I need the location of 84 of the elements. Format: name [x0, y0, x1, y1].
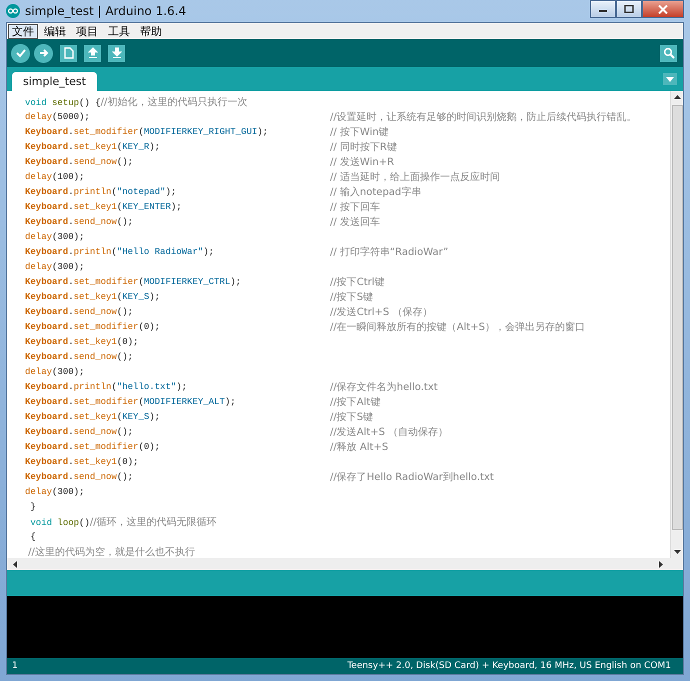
- scroll-down-icon[interactable]: [674, 550, 680, 554]
- code-comment: // 输入notepad字串: [330, 186, 422, 198]
- code-line: delay(100);: [25, 172, 86, 182]
- right-arrow-icon: [38, 47, 50, 59]
- code-comment: //按下Ctrl键: [330, 276, 385, 288]
- code-comment: // 发送Win+R: [330, 156, 394, 168]
- code-line: Keyboard.set_key1(KEY_S);: [25, 412, 162, 422]
- code-line: Keyboard.set_key1(KEY_S);: [25, 292, 162, 302]
- menu-item[interactable]: 工具: [104, 24, 134, 38]
- vertical-scrollbar[interactable]: [670, 91, 683, 558]
- caret-icon: [666, 76, 674, 82]
- code-line: Keyboard.set_key1(KEY_ENTER);: [25, 202, 183, 212]
- scroll-left-icon[interactable]: [13, 560, 17, 568]
- code-line: Keyboard.println("Hello RadioWar");: [25, 246, 216, 256]
- scroll-right-icon[interactable]: [659, 560, 663, 568]
- code-line: Keyboard.set_key1(KEY_R);: [25, 142, 162, 152]
- code-comment: // 按下Win键: [330, 126, 389, 138]
- code-line: Keyboard.println("notepad");: [25, 186, 178, 196]
- window-title: simple_test | Arduino 1.6.4: [25, 4, 186, 18]
- down-arrow-icon: [112, 47, 122, 59]
- maximize-icon: [624, 5, 634, 13]
- menu-item[interactable]: 编辑: [40, 24, 70, 38]
- new-button[interactable]: [60, 44, 77, 62]
- scroll-up-icon[interactable]: [674, 95, 680, 99]
- code-line: Keyboard.send_now();: [25, 306, 134, 316]
- app-logo-icon: [6, 4, 20, 18]
- minimize-button[interactable]: [590, 0, 616, 18]
- code-comment: //发送Alt+S （自动保存）: [330, 426, 448, 438]
- document-icon: [64, 47, 74, 59]
- code-comment: //按下S键: [330, 410, 374, 424]
- upload-button[interactable]: [34, 44, 53, 62]
- horizontal-scrollbar[interactable]: [7, 558, 683, 570]
- code-line: Keyboard.set_modifier(0);: [25, 322, 162, 332]
- menu-item[interactable]: 文件: [8, 24, 38, 38]
- code-comment: //发送Ctrl+S （保存）: [330, 306, 432, 318]
- close-button[interactable]: [642, 0, 684, 18]
- file-tab[interactable]: simple_test: [12, 72, 97, 91]
- code-comment: //按下S键: [330, 290, 374, 304]
- code-line: void loop()//循环，这里的代码无限循环: [29, 516, 218, 528]
- search-button[interactable]: [660, 44, 677, 62]
- checkmark-icon: [14, 47, 26, 59]
- code-line: //这里的代码为空，就是什么也不执行: [27, 546, 196, 558]
- code-line: delay(300);: [25, 232, 86, 242]
- code-line: Keyboard.set_modifier(MODIFIERKEY_CTRL);: [25, 276, 242, 286]
- menu-item[interactable]: 帮助: [136, 24, 166, 38]
- code-line: delay(300);: [25, 262, 86, 272]
- code-comment: //设置延时，让系统有足够的时间识别烧鹅，防止后续代码执行错乱。: [330, 110, 637, 124]
- menu-item[interactable]: 项目: [72, 24, 102, 38]
- save-button[interactable]: [108, 44, 125, 62]
- code-comment: //释放 Alt+S: [330, 440, 388, 454]
- code-comment: // 发送回车: [330, 216, 380, 228]
- code-line: delay(300);: [25, 366, 86, 376]
- code-comment: //保存了Hello RadioWar到hello.txt: [330, 470, 494, 484]
- code-line: Keyboard.send_now();: [25, 472, 134, 482]
- code-line: Keyboard.send_now();: [25, 156, 134, 166]
- code-line: Keyboard.println("hello.txt");: [25, 382, 188, 392]
- line-number: 1: [12, 661, 18, 671]
- code-line: Keyboard.send_now();: [25, 426, 134, 436]
- open-button[interactable]: [84, 44, 101, 62]
- code-comment: //按下Alt键: [330, 396, 380, 408]
- code-line: {: [29, 532, 37, 542]
- code-line: void setup() {//初始化，这里的代码只执行一次: [25, 96, 248, 108]
- code-comment: //在一瞬间释放所有的按键（Alt+S），会弹出另存的窗口: [330, 320, 586, 334]
- close-icon: [658, 4, 668, 14]
- search-icon: [662, 47, 674, 59]
- up-arrow-icon: [88, 47, 98, 59]
- maximize-button[interactable]: [616, 0, 642, 18]
- code-line: Keyboard.send_now();: [25, 216, 134, 226]
- code-comment: //保存文件名为hello.txt: [330, 380, 438, 394]
- code-line: Keyboard.set_modifier(MODIFIERKEY_ALT);: [25, 396, 237, 406]
- code-comment: // 打印字符串“RadioWar”: [330, 246, 448, 258]
- code-comment: // 同时按下R键: [330, 140, 397, 154]
- code-line: }: [29, 502, 37, 512]
- code-line: Keyboard.send_now();: [25, 352, 134, 362]
- code-comment: // 按下回车: [330, 200, 380, 214]
- code-line: Keyboard.set_modifier(0);: [25, 442, 162, 452]
- code-line: delay(300);: [25, 486, 86, 496]
- code-line: Keyboard.set_modifier(MODIFIERKEY_RIGHT_GUI);: [25, 126, 270, 136]
- code-line: Keyboard.set_key1(0);: [25, 456, 140, 466]
- code-line: Keyboard.set_key1(0);: [25, 336, 140, 346]
- verify-button[interactable]: [11, 44, 30, 62]
- code-line: delay(5000);: [25, 112, 91, 122]
- code-comment: // 适当延时，给上面操作一点反应时间: [330, 170, 500, 184]
- board-info: Teensy++ 2.0, Disk(SD Card) + Keyboard, 16 MHz, US English on COM1: [347, 661, 671, 671]
